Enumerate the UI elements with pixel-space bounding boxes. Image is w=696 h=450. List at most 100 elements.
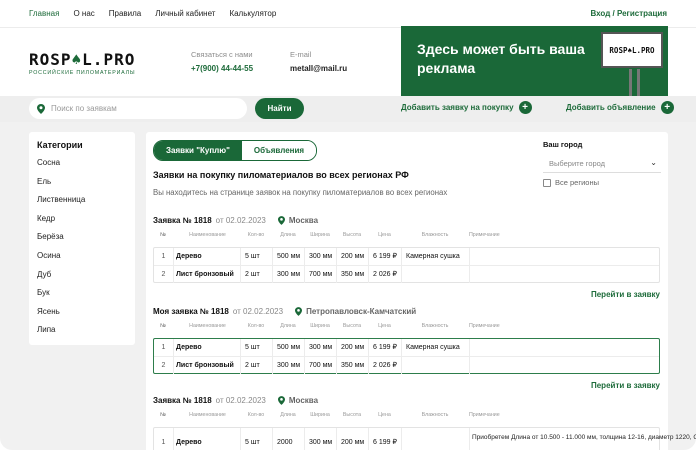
column-header: Наименование [189, 323, 226, 329]
table-cell: 5 шт [241, 248, 273, 265]
table-cell: 300 мм [273, 356, 305, 374]
billboard-image: ROSP♠L.PRO [601, 32, 663, 68]
location-pin-icon [277, 216, 285, 225]
table-cell: Лист бронзовый [174, 356, 241, 374]
phone-label: Связаться с нами [191, 50, 253, 59]
all-regions-checkbox[interactable]: Все регионы [543, 178, 661, 187]
login-link[interactable]: Вход / Регистрация [591, 9, 668, 18]
column-header: Цена [378, 412, 391, 418]
add-request-label: Добавить заявку на покупку [401, 103, 514, 112]
table-cell: 500 мм [273, 339, 305, 356]
nav-link-calculator[interactable]: Калькулятор [229, 9, 276, 18]
page-description: Вы находитесь на странице заявок на поку… [153, 188, 448, 197]
table-cell: 6 199 ₽ [369, 248, 402, 265]
table-cell: 1 [154, 428, 174, 450]
table-cell: Лист бронзовый [174, 265, 241, 283]
order-header: Моя заявка № 1818 от 02.02.2023 Петропавло… [153, 307, 660, 316]
nav-link-about[interactable]: О нас [73, 9, 94, 18]
column-header: Примечание [469, 412, 500, 418]
table-cell: 6 199 ₽ [369, 339, 402, 356]
column-header: № [160, 412, 166, 418]
table-cell: Камерная сушка [402, 339, 470, 356]
search-input[interactable] [51, 104, 231, 113]
order-date: от 02.02.2023 [232, 307, 284, 316]
categories-title: Категории [37, 140, 83, 150]
order-table: 1 Дерево 5 шт 500 мм 300 мм 200 мм 6 199 ₽ Каме… [153, 338, 660, 374]
order-title[interactable]: Моя заявка № 1818 [153, 307, 229, 316]
order-title[interactable]: Заявка № 1818 [153, 396, 212, 405]
table-cell: 700 мм [305, 265, 337, 283]
order-header: Заявка № 1818 от 02.02.2023 Москва [153, 396, 660, 405]
nav-link-account[interactable]: Личный кабинет [155, 9, 215, 18]
column-header: Примечание [469, 232, 500, 238]
category-item[interactable]: Осина [37, 249, 127, 268]
table-cell: 200 мм [337, 428, 369, 450]
table-cell: 5 шт [241, 428, 273, 450]
category-item[interactable]: Лиственница [37, 193, 127, 212]
city-select-placeholder: Выберите город [549, 158, 606, 168]
table-cell: Дерево [174, 428, 241, 450]
table-cell: 2 [154, 265, 174, 283]
location-pin-icon [295, 307, 303, 316]
column-header: Длина [280, 412, 296, 418]
category-item[interactable]: Дуб [37, 268, 127, 287]
table-row: 1Дерево5 шт2000 мм300 мм200 мм6 199 ₽ При… [154, 428, 696, 450]
logo[interactable]: ROSP♠L.PRO РОССИЙСКИЕ ПИЛОМАТЕРИАЛЫ [29, 50, 135, 76]
add-request-button[interactable]: Добавить заявку на покупку + [401, 101, 532, 114]
column-header: Высота [342, 323, 362, 329]
category-item[interactable]: Ясень [37, 305, 127, 324]
billboard-text: ROSP♠L.PRO [609, 45, 655, 55]
column-header: Высота [342, 232, 362, 238]
nav-link-home[interactable]: Главная [29, 9, 59, 18]
table-cell: Камерная сушка [402, 248, 470, 265]
ad-banner[interactable]: Здесь может быть ваша реклама ROSP♠L.PRO [401, 26, 668, 96]
category-item[interactable]: Берёза [37, 230, 127, 249]
column-header: Высота [342, 412, 362, 418]
order-table: 1 Дерево 5 шт 500 мм 300 мм 200 мм 6 199 ₽ Каме… [153, 247, 660, 283]
table-cell: 200 мм [337, 248, 369, 265]
logo-tree-icon: ♠ [71, 50, 83, 69]
column-header: Ширина [310, 412, 330, 418]
category-item[interactable]: Бук [37, 286, 127, 305]
goto-request-link[interactable]: Перейти в заявку [153, 290, 660, 299]
table-cell: 2 026 ₽ [369, 356, 402, 374]
requests-panel: Заявки "Куплю" Объявления Заявки на поку… [146, 132, 696, 450]
table-cell [470, 357, 474, 374]
find-button[interactable]: Найти [255, 98, 304, 119]
page: Главная О нас Правила Личный кабинет Кал… [0, 0, 696, 450]
table-cell: 2 шт [241, 265, 273, 283]
column-header: № [160, 323, 166, 329]
column-header: Наименование [189, 232, 226, 238]
category-item[interactable]: Кедр [37, 212, 127, 231]
tabs: Заявки "Куплю" Объявления [153, 140, 318, 161]
category-item[interactable]: Сосна [37, 156, 127, 175]
table-cell [470, 248, 474, 265]
city-select[interactable]: Выберите город ⌄ [543, 154, 661, 173]
column-header: Длина [280, 232, 296, 238]
phone-value[interactable]: +7(900) 44-44-55 [191, 64, 253, 73]
table-cell: 300 мм [305, 339, 337, 356]
category-item[interactable]: Липа [37, 323, 127, 342]
table-cell: 700 мм [305, 356, 337, 374]
category-item[interactable]: Ель [37, 175, 127, 194]
order-city: Петропавловск-Камчатский [306, 307, 417, 316]
column-header: № [160, 232, 166, 238]
search-field[interactable] [29, 98, 247, 119]
categories-panel: Категории Сосна Ель Лиственница Кедр Бер… [29, 132, 135, 345]
column-header: Кол-во [247, 232, 265, 238]
add-ad-button[interactable]: Добавить объявление + [566, 101, 674, 114]
table-cell: 6 199 ₽ [369, 428, 402, 450]
email-value[interactable]: metall@mail.ru [290, 64, 347, 73]
top-nav: Главная О нас Правила Личный кабинет Кал… [0, 0, 696, 28]
nav-link-rules[interactable]: Правила [109, 9, 141, 18]
table-cell [402, 356, 470, 374]
order-date: от 02.02.2023 [215, 216, 266, 225]
order-title[interactable]: Заявка № 1818 [153, 216, 212, 225]
tab-buy-requests[interactable]: Заявки "Куплю" [154, 141, 242, 160]
banner-text: Здесь может быть ваша реклама [417, 41, 585, 76]
order-card: Заявка № 1818 от 02.02.2023 Москва № Наимено… [153, 396, 696, 450]
column-header: Ширина [310, 323, 330, 329]
tab-ads[interactable]: Объявления [241, 141, 317, 160]
table-cell [402, 265, 470, 283]
goto-request-link[interactable]: Перейти в заявку [153, 381, 660, 390]
